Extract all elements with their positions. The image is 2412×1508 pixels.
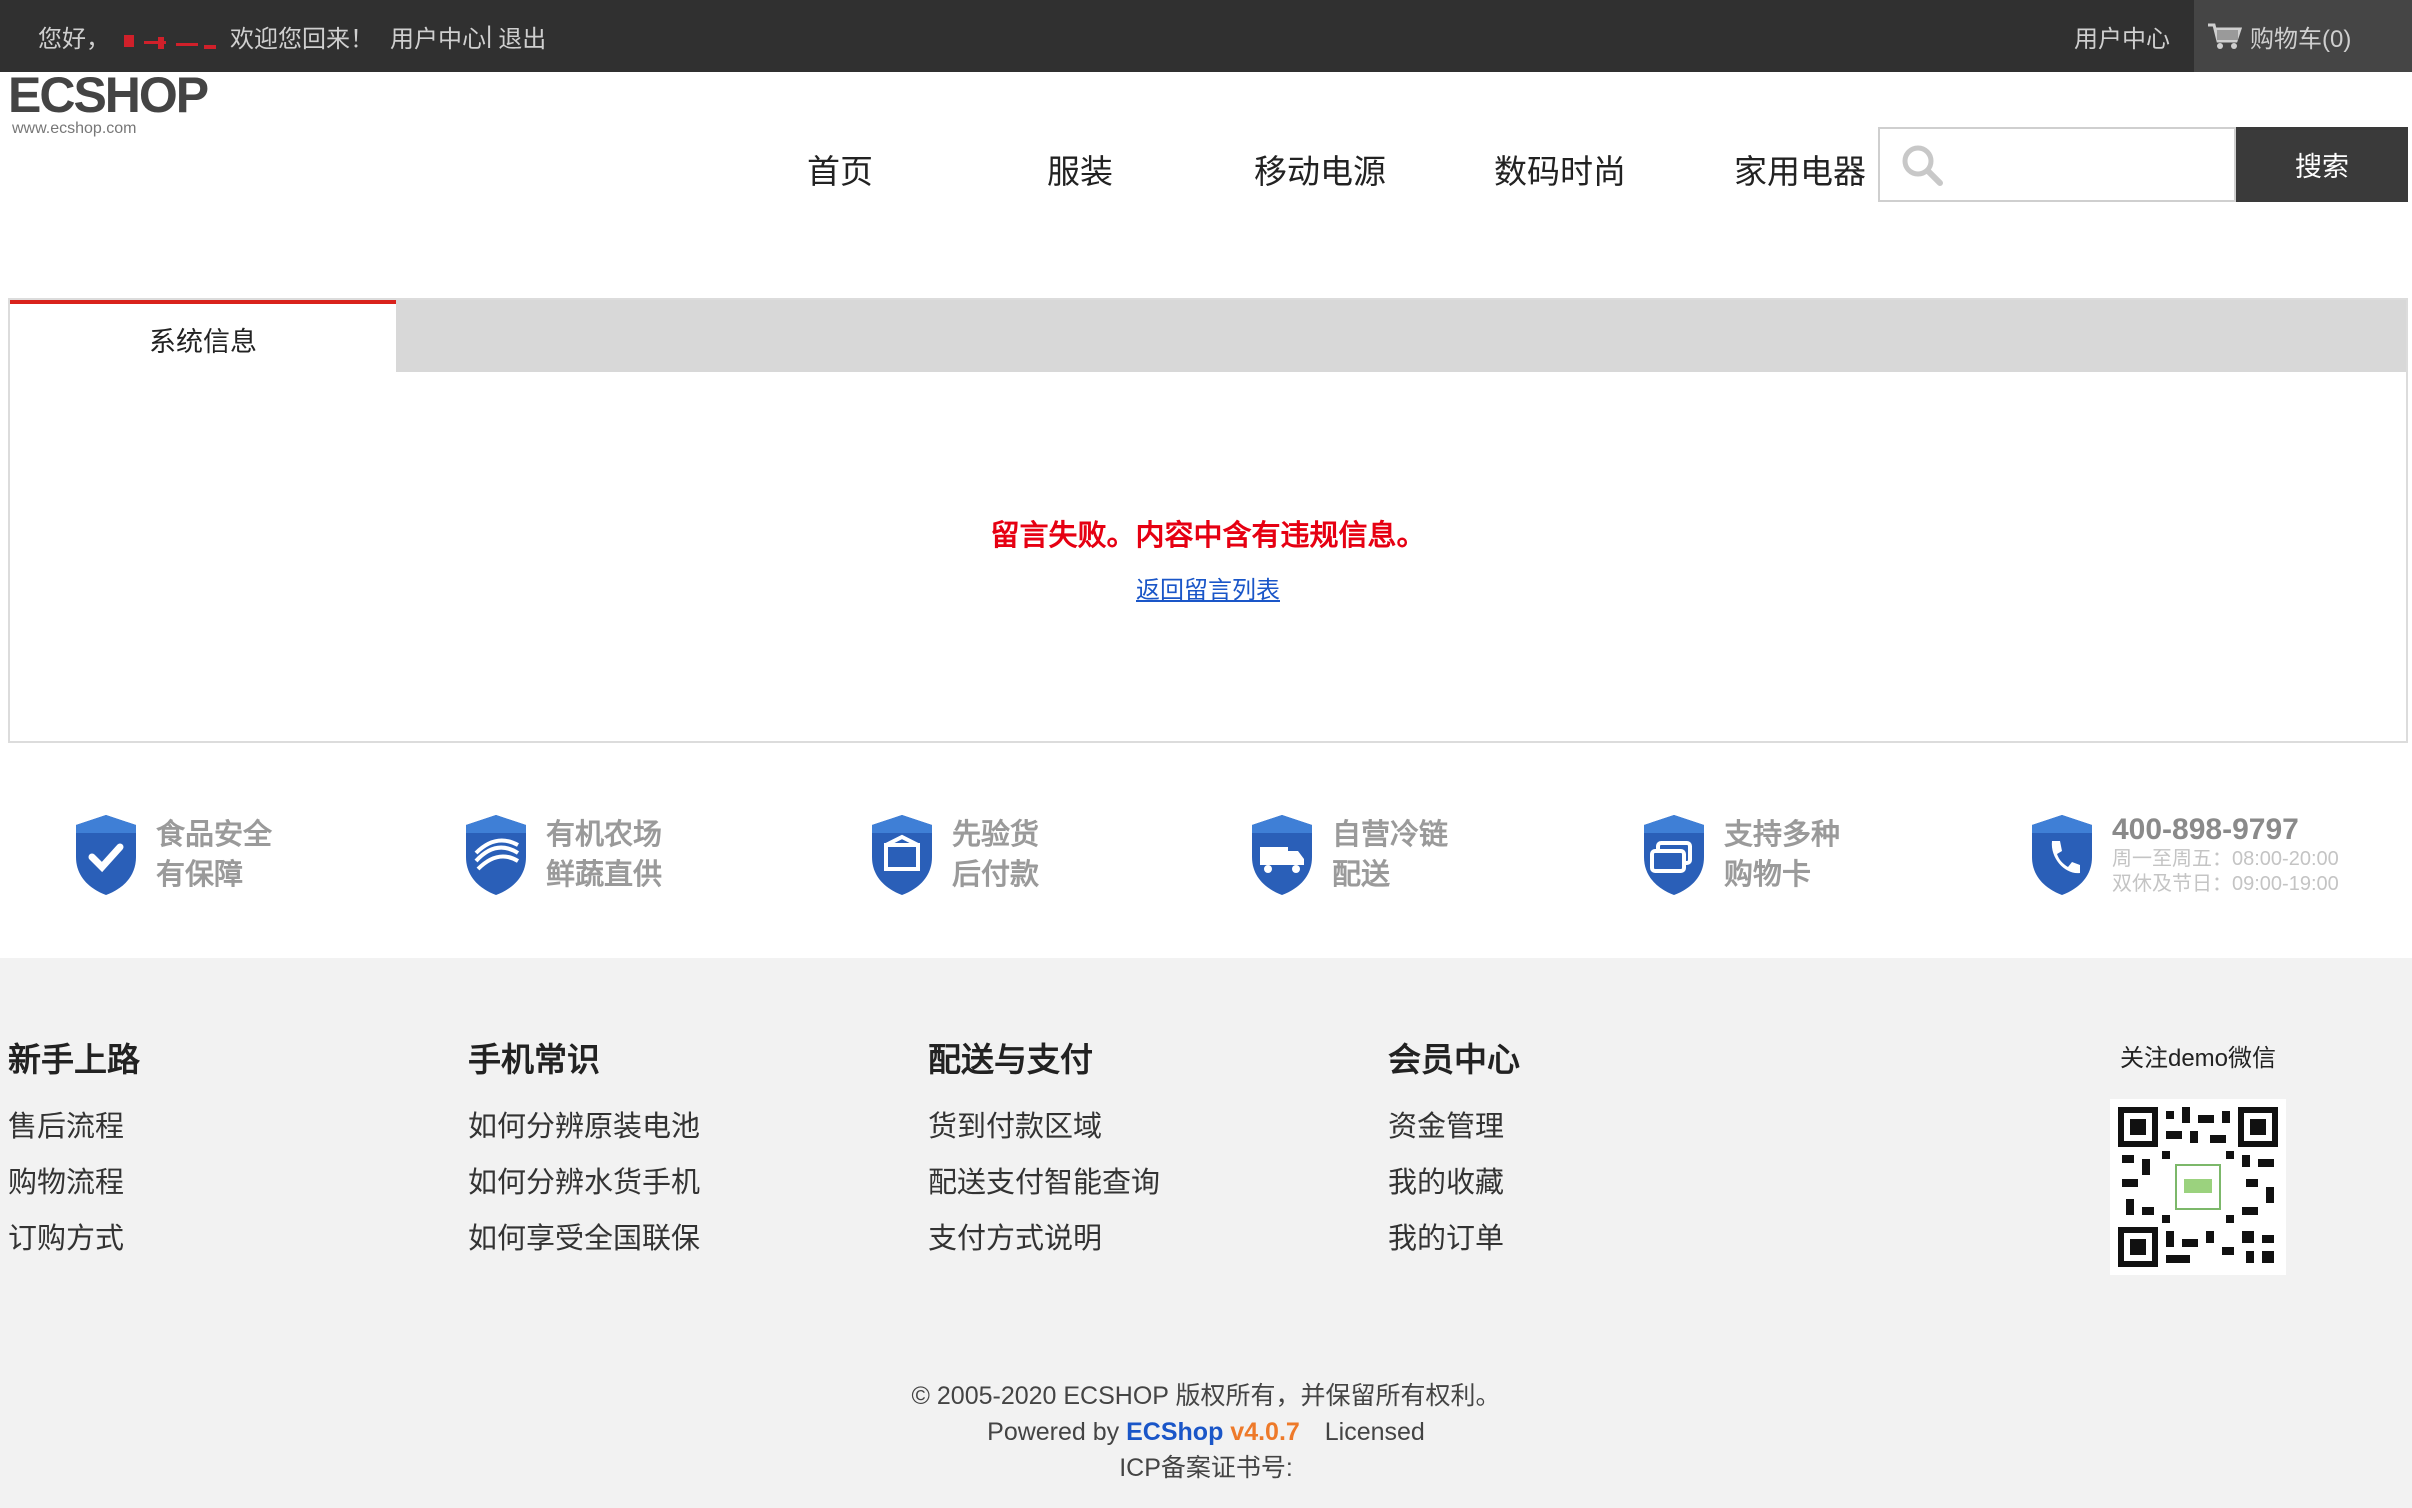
cart-button[interactable]: 购物车(0): [2194, 0, 2412, 72]
footer-col-title: 手机常识: [468, 1041, 600, 1078]
logout-link[interactable]: 退出: [498, 26, 546, 53]
svg-text:ECSHOP: ECSHOP: [8, 70, 208, 123]
footer-link[interactable]: 如何分辨原装电池: [468, 1099, 700, 1155]
powered-by-line: Powered by ECShop v4.0.7 Licensed: [0, 1414, 2412, 1450]
redacted-username: [120, 21, 220, 51]
footer-link[interactable]: 配送支付智能查询: [928, 1155, 1160, 1211]
footer-col-title: 会员中心: [1388, 1041, 1520, 1078]
search-input[interactable]: [1950, 137, 2230, 193]
wechat-label: 关注demo微信: [2119, 1045, 2277, 1072]
feature-line2: 鲜蔬直供: [546, 859, 663, 891]
error-message: 留言失败。内容中含有违规信息。: [990, 520, 1426, 552]
hours-weekday: 周一至周五：08:00-20:00: [2112, 848, 2339, 870]
feature-line2: 购物卡: [1724, 859, 1812, 891]
nav-item-power-bank[interactable]: 移动电源: [1200, 140, 1440, 204]
feature-line2: 有保障: [156, 859, 244, 891]
copyright-block: © 2005-2020 ECSHOP 版权所有，并保留所有权利。 Powered…: [0, 1378, 2412, 1486]
back-to-messages-link[interactable]: 返回留言列表: [1136, 577, 1280, 604]
feature-line2: 配送: [1332, 859, 1391, 891]
footer-col-phone-tips: 手机常识 如何分辨原装电池 如何分辨水货手机 如何享受全国联保: [468, 1033, 700, 1267]
feature-line1: 支持多种: [1724, 819, 1841, 851]
wechat-qr-code: [2110, 1099, 2286, 1275]
footer-col-member-center: 会员中心 资金管理 我的收藏 我的订单: [1388, 1033, 1520, 1267]
phone-shield-icon: [2032, 815, 2092, 895]
cart-icon: [2208, 23, 2242, 49]
truck-shield-icon: [1252, 815, 1312, 895]
footer-link[interactable]: 如何享受全国联保: [468, 1211, 700, 1267]
feature-line1: 自营冷链: [1332, 819, 1449, 851]
feature-organic-farm: 有机农场 鲜蔬直供: [462, 810, 662, 900]
main-nav: 首页 服装 移动电源 数码时尚 家用电器: [720, 140, 1920, 204]
search-button[interactable]: 搜索: [2236, 127, 2408, 202]
user-center-link[interactable]: 用户中心: [390, 26, 486, 53]
footer-link[interactable]: 售后流程: [8, 1099, 140, 1155]
footer-col-shipping-payment: 配送与支付 货到付款区域 配送支付智能查询 支付方式说明: [928, 1033, 1160, 1267]
greeting-text: 您好，: [38, 25, 110, 53]
tab-system-info[interactable]: 系统信息: [10, 300, 396, 374]
service-features: 食品安全 有保障 有机农场 鲜蔬直供 先验货 后付款 自营冷链 配送 支持多种 …: [0, 800, 2412, 910]
svg-text:www.ecshop.com: www.ecshop.com: [11, 120, 137, 137]
footer-link[interactable]: 资金管理: [1388, 1099, 1520, 1155]
nav-item-home[interactable]: 首页: [720, 140, 960, 204]
search-bar: 搜索: [1878, 127, 2408, 202]
footer-link[interactable]: 支付方式说明: [928, 1211, 1160, 1267]
feature-hotline: 400-898-9797 周一至周五：08:00-20:00 双休及节日：09:…: [2028, 810, 2339, 900]
feature-line1: 先验货: [952, 819, 1040, 851]
footer-link[interactable]: 货到付款区域: [928, 1099, 1160, 1155]
search-box: [1878, 127, 2236, 202]
ecshop-logo[interactable]: ECSHOP www.ecshop.com: [8, 70, 213, 140]
feature-cold-chain: 自营冷链 配送: [1248, 810, 1448, 900]
footer-link[interactable]: 订购方式: [8, 1211, 140, 1267]
footer-link[interactable]: 我的订单: [1388, 1211, 1520, 1267]
search-icon: [1902, 145, 1943, 186]
welcome-text: 欢迎您回来！: [230, 25, 374, 53]
separator: |: [486, 22, 493, 49]
footer-col-title: 配送与支付: [928, 1041, 1093, 1078]
feature-food-safety: 食品安全 有保障: [72, 810, 272, 900]
farm-shield-icon: [466, 815, 526, 895]
footer-col-getting-started: 新手上路 售后流程 购物流程 订购方式: [8, 1033, 140, 1267]
copyright-text: © 2005-2020 ECSHOP 版权所有，并保留所有权利。: [911, 1382, 1501, 1410]
hotline-number: 400-898-9797: [2112, 813, 2299, 846]
user-center-link-right[interactable]: 用户中心: [2074, 19, 2170, 54]
cart-label: 购物车(0): [2250, 25, 2352, 53]
card-shield-icon: [1644, 815, 1704, 895]
wechat-follow: 关注demo微信: [2100, 1038, 2296, 1275]
feature-gift-cards: 支持多种 购物卡: [1640, 810, 1840, 900]
hours-weekend: 双休及节日：09:00-19:00: [2112, 873, 2339, 895]
feature-line2: 后付款: [952, 859, 1040, 891]
feature-line1: 食品安全: [156, 819, 273, 851]
licensed-label: Licensed: [1324, 1418, 1425, 1446]
nav-item-digital[interactable]: 数码时尚: [1440, 140, 1680, 204]
feature-line1: 有机农场: [546, 819, 663, 851]
nav-item-clothing[interactable]: 服装: [960, 140, 1200, 204]
box-shield-icon: [872, 815, 932, 895]
footer-col-title: 新手上路: [8, 1041, 140, 1078]
footer-link[interactable]: 购物流程: [8, 1155, 140, 1211]
system-info-panel: 系统信息 留言失败。内容中含有违规信息。 返回留言列表: [8, 298, 2408, 743]
top-bar-right: 用户中心 购物车(0): [2074, 0, 2412, 72]
check-shield-icon: [76, 815, 136, 895]
footer: 新手上路 售后流程 购物流程 订购方式 手机常识 如何分辨原装电池 如何分辨水货…: [0, 958, 2412, 1508]
footer-link[interactable]: 如何分辨水货手机: [468, 1155, 700, 1211]
top-bar-left: 您好， 欢迎您回来！ 用户中心 | 退出: [38, 0, 546, 72]
version-label: v4.0.7: [1230, 1418, 1300, 1446]
feature-inspect-first: 先验货 后付款: [868, 810, 1039, 900]
top-bar: 您好， 欢迎您回来！ 用户中心 | 退出 用户中心 购物车(0): [0, 0, 2412, 72]
powered-by-label: Powered by: [987, 1418, 1120, 1446]
footer-link[interactable]: 我的收藏: [1388, 1155, 1520, 1211]
icp-text: ICP备案证书号:: [1119, 1454, 1293, 1482]
ecshop-brand-link[interactable]: ECShop: [1126, 1418, 1223, 1446]
